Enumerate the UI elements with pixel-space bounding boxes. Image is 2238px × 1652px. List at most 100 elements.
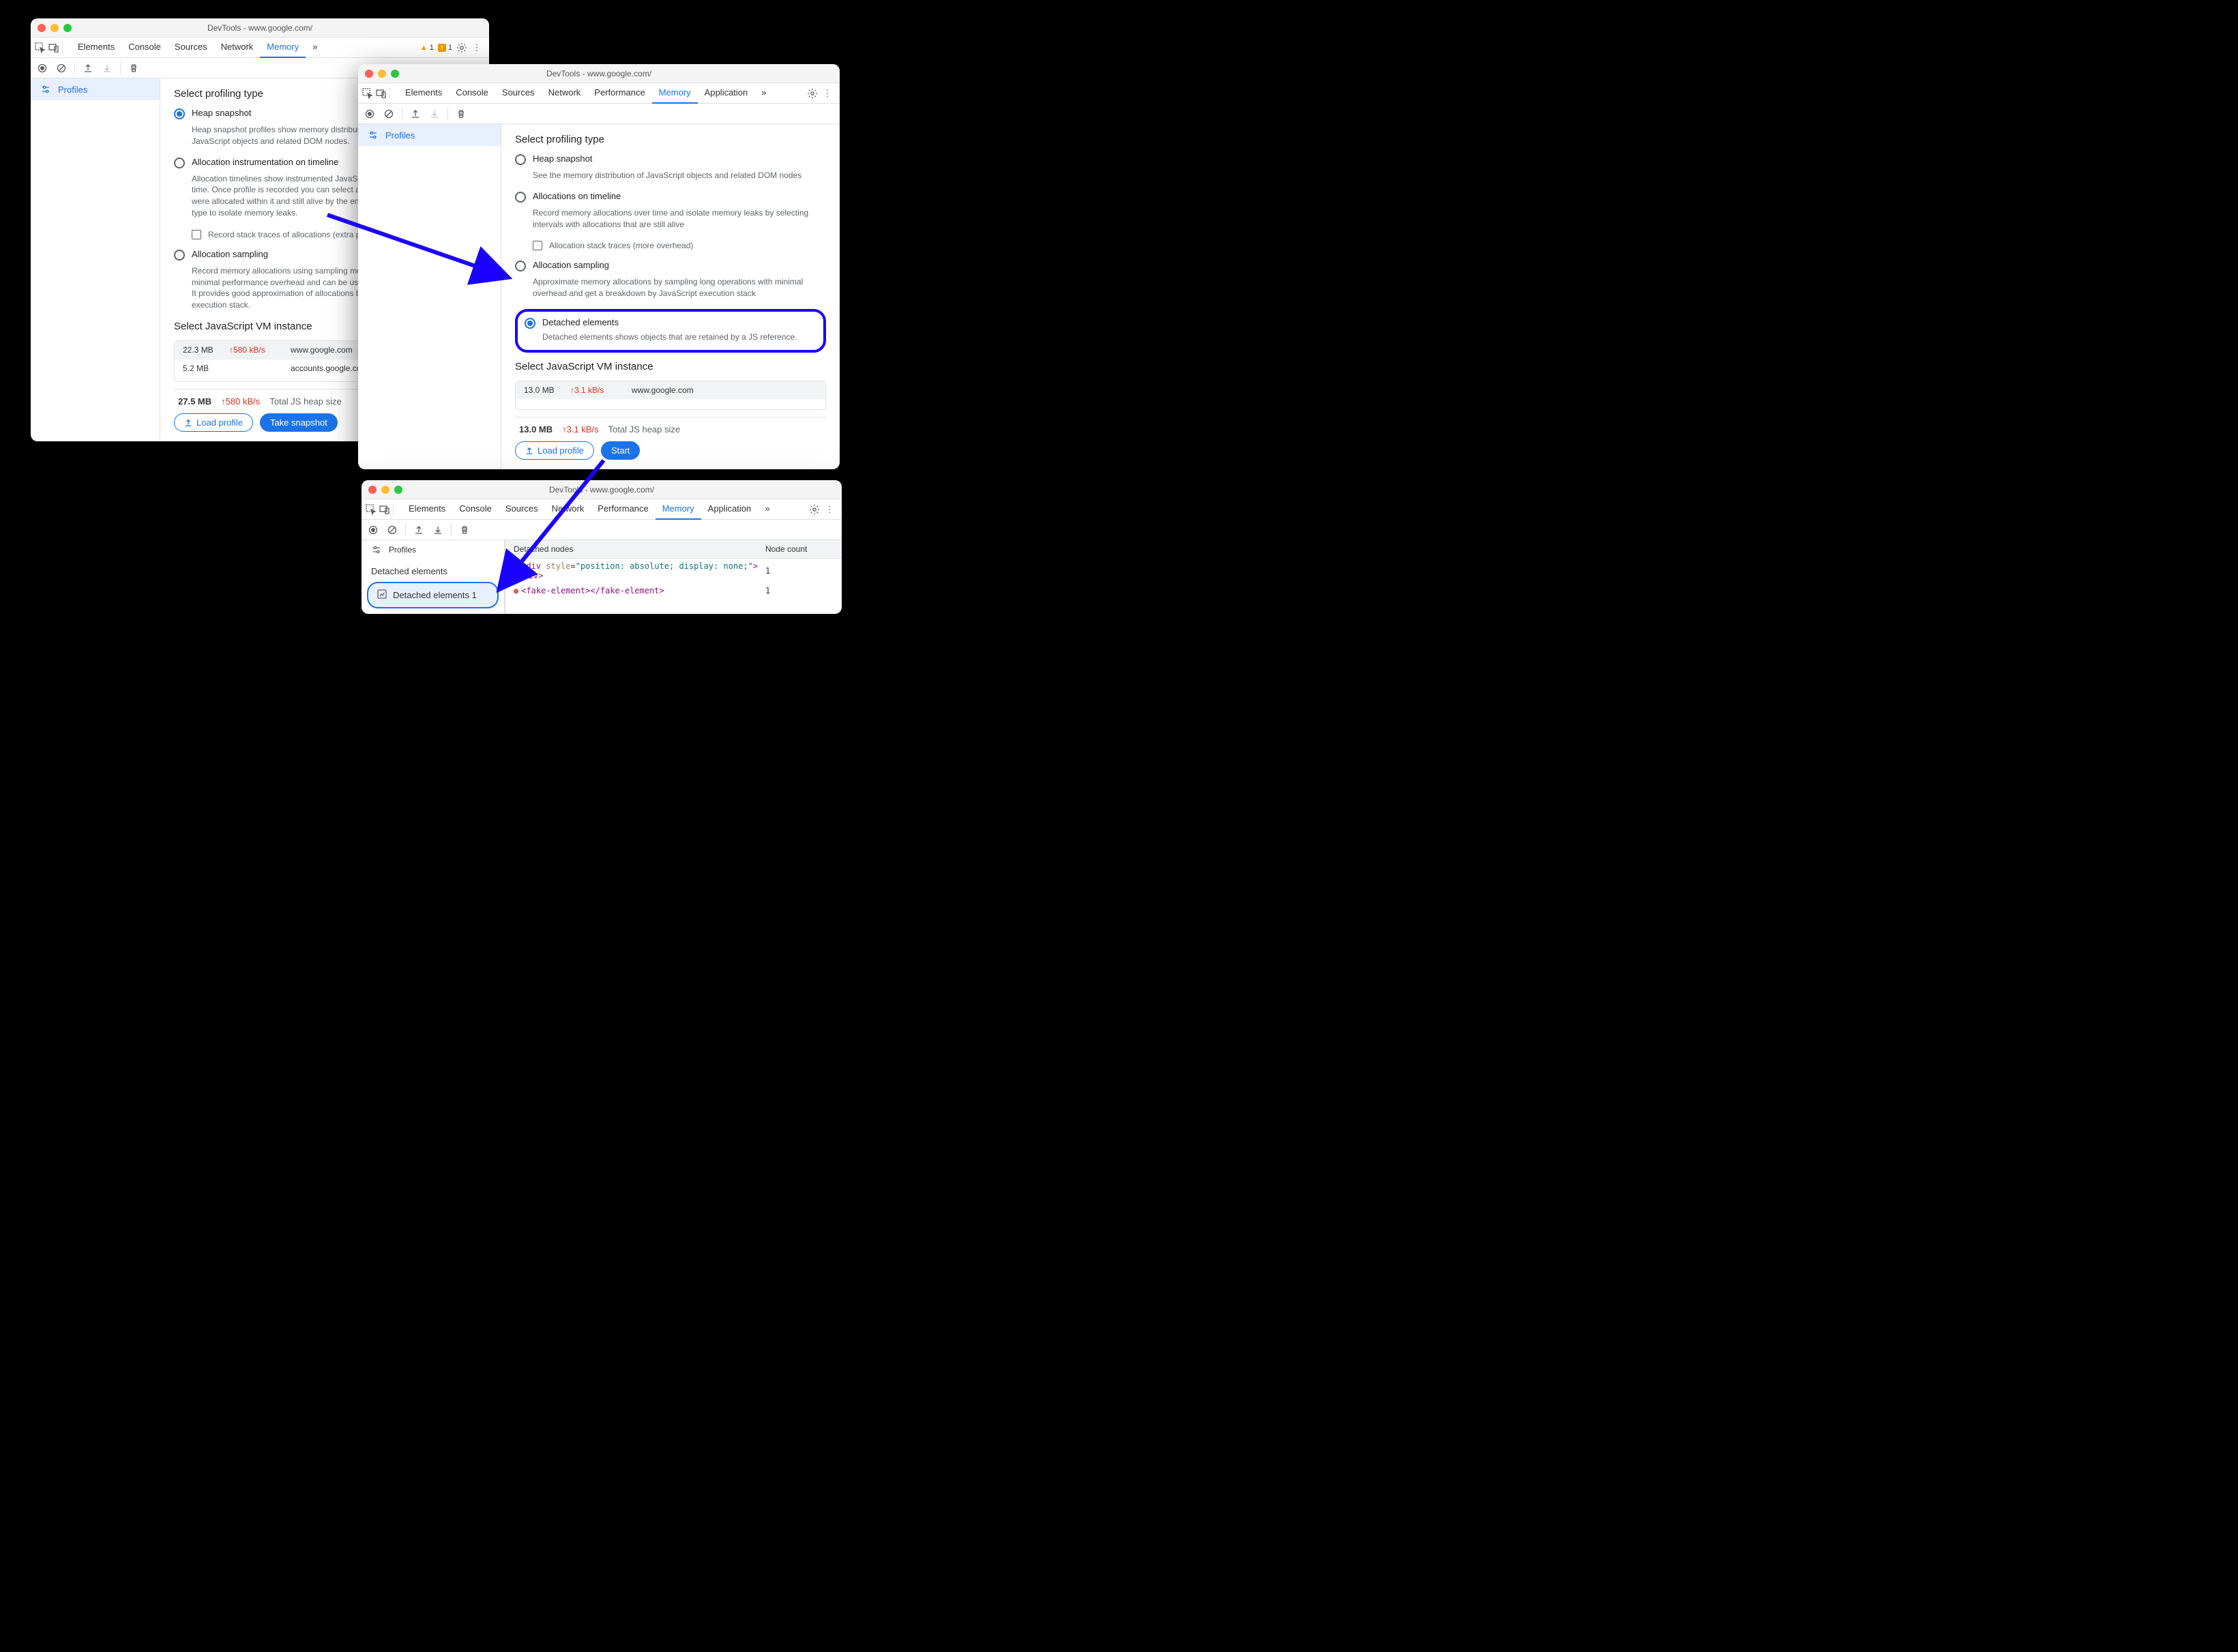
device-icon[interactable] [379,504,390,515]
download-icon[interactable] [428,108,441,120]
sidebar: Profiles [358,124,501,469]
snapshot-item[interactable]: Detached elements 1 [367,582,499,608]
radio-label: Heap snapshot [192,108,251,118]
memory-toolbar [358,104,840,124]
tab-console[interactable]: Console [449,83,495,104]
tab-overflow[interactable]: » [306,38,324,58]
radio-heap-snapshot[interactable]: Heap snapshot [515,153,826,165]
upload-icon[interactable] [82,62,94,74]
table-row[interactable]: ●<fake-element></fake-element> 1 [505,583,842,598]
window-title: DevTools - www.google.com/ [358,69,840,78]
tab-elements[interactable]: Elements [398,83,449,104]
clear-icon[interactable] [383,108,395,120]
issues-badge[interactable]: !1 [438,44,452,52]
gear-icon[interactable] [809,504,820,515]
load-profile-button[interactable]: Load profile [515,441,594,460]
radio-icon [174,108,185,119]
titlebar: DevTools - www.google.com/ [31,18,489,38]
checkbox-stack-traces[interactable]: Allocation stack traces (more overhead) [533,241,826,250]
sliders-icon [40,84,51,95]
warning-count: 1 [430,44,434,52]
download-icon[interactable] [432,524,444,536]
tab-memory[interactable]: Memory [260,38,306,58]
radio-alloc-timeline[interactable]: Allocations on timeline [515,191,826,203]
device-icon[interactable] [48,42,59,53]
tab-sources[interactable]: Sources [499,499,545,520]
radio-label: Heap snapshot [533,153,592,164]
clear-icon[interactable] [386,524,398,536]
inspect-icon[interactable] [366,504,377,515]
table-row[interactable]: ●<div style="position: absolute; display… [505,559,842,583]
kebab-icon[interactable]: ⋮ [471,42,482,53]
device-icon[interactable] [376,88,387,99]
tab-sources[interactable]: Sources [495,83,542,104]
sidebar-item-profiles[interactable]: Profiles [362,540,504,559]
radio-icon [174,250,185,261]
gear-icon[interactable] [456,42,467,53]
radio-desc: See the memory distribution of JavaScrip… [533,170,826,181]
radio-alloc-sampling[interactable]: Allocation sampling [515,260,826,271]
radio-desc: Detached elements shows objects that are… [542,331,816,343]
total-label: Total JS heap size [608,424,681,434]
warnings-badge[interactable]: ▲1 [420,44,434,52]
issues-count: 1 [448,44,452,52]
tab-performance[interactable]: Performance [587,83,651,104]
node-count: 1 [765,586,834,595]
sidebar-item-profiles[interactable]: Profiles [31,78,160,100]
tab-application[interactable]: Application [698,83,755,104]
download-icon[interactable] [101,62,113,74]
table-row[interactable]: 13.0 MB 3.1 kB/s www.google.com [516,381,825,399]
vm-size: 13.0 MB [524,385,570,395]
radio-label: Allocation sampling [533,260,609,270]
sliders-icon [371,544,382,555]
checkbox-label: Allocation stack traces (more overhead) [549,241,693,250]
vm-size: 22.3 MB [183,345,229,355]
upload-icon[interactable] [409,108,422,120]
tab-console[interactable]: Console [121,38,168,58]
record-icon[interactable] [364,108,376,120]
tab-overflow[interactable]: » [758,499,776,520]
inspect-icon[interactable] [362,88,373,99]
tab-sources[interactable]: Sources [168,38,214,58]
tab-network[interactable]: Network [542,83,588,104]
take-snapshot-button[interactable]: Take snapshot [260,413,338,432]
section-title: Select profiling type [515,134,826,145]
devtools-window-2: DevTools - www.google.com/ Elements Cons… [358,64,840,469]
radio-desc: Record memory allocations over time and … [533,207,826,231]
tab-network[interactable]: Network [545,499,591,520]
tab-network[interactable]: Network [214,38,261,58]
clear-icon[interactable] [55,62,68,74]
tab-overflow[interactable]: » [754,83,773,104]
sliders-icon [368,130,379,141]
radio-label: Detached elements [542,317,619,327]
kebab-icon[interactable]: ⋮ [822,88,833,99]
tab-performance[interactable]: Performance [591,499,655,520]
titlebar: DevTools - www.google.com/ [362,480,842,499]
radio-label: Allocations on timeline [533,191,621,201]
tab-memory[interactable]: Memory [656,499,701,520]
tab-elements[interactable]: Elements [71,38,121,58]
start-button[interactable]: Start [601,441,640,460]
tab-application[interactable]: Application [701,499,759,520]
record-icon[interactable] [36,62,48,74]
sidebar-item-label: Profiles [389,545,416,555]
kebab-icon[interactable]: ⋮ [824,504,835,515]
trash-icon[interactable] [458,524,471,536]
record-icon[interactable] [367,524,379,536]
inspect-icon[interactable] [35,42,46,53]
load-profile-button[interactable]: Load profile [174,413,253,432]
gear-icon[interactable] [807,88,818,99]
radio-desc: Approximate memory allocations by sampli… [533,276,826,299]
trash-icon[interactable] [455,108,467,120]
upload-icon[interactable] [413,524,425,536]
vm-instance-table: 13.0 MB 3.1 kB/s www.google.com [515,381,826,410]
section-vm-title: Select JavaScript VM instance [515,361,826,372]
tab-elements[interactable]: Elements [402,499,452,520]
snapshot-name: Detached elements 1 [393,590,477,600]
trash-icon[interactable] [128,62,140,74]
sidebar-item-profiles[interactable]: Profiles [358,124,501,146]
vm-rate: 3.1 kB/s [570,385,632,395]
radio-detached-elements[interactable]: Detached elements [525,317,816,329]
tab-memory[interactable]: Memory [652,83,698,104]
tab-console[interactable]: Console [452,499,499,520]
